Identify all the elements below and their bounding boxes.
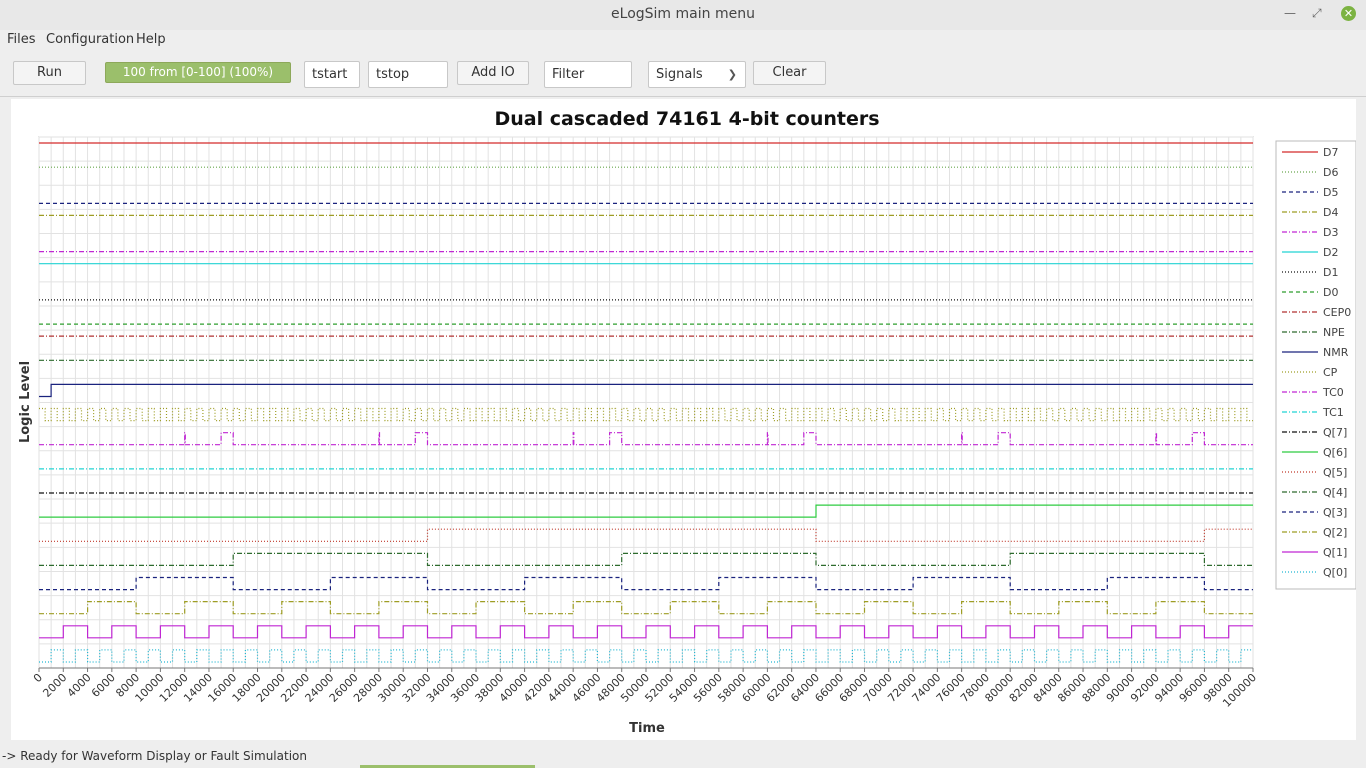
progress-bar: 100 from [0-100] (100%)	[105, 62, 291, 83]
waveform-svg: Dual cascaded 74161 4-bit counters 02000…	[18, 108, 1357, 736]
close-icon[interactable]: ✕	[1341, 6, 1356, 21]
legend-label: Q[5]	[1323, 466, 1347, 479]
legend-label: D4	[1323, 206, 1338, 219]
legend-label: NMR	[1323, 346, 1349, 359]
x-tick-label: 0	[31, 671, 45, 685]
x-axis-label: Time	[629, 721, 665, 736]
legend-label: Q[6]	[1323, 446, 1347, 459]
legend-label: D3	[1323, 226, 1338, 239]
legend-label: Q[1]	[1323, 546, 1347, 559]
maximize-icon[interactable]: ⤢	[1312, 6, 1322, 21]
status-bar: -> Ready for Waveform Display or Fault S…	[0, 748, 1366, 768]
legend-label: Q[3]	[1323, 506, 1347, 519]
status-text: -> Ready for Waveform Display or Fault S…	[2, 749, 307, 763]
legend-label: D1	[1323, 266, 1338, 279]
legend-label: TC0	[1322, 386, 1344, 399]
run-button[interactable]: Run	[13, 61, 86, 85]
menu-bar: Files Configuration Help	[0, 30, 1366, 52]
signals-select-value: Signals	[656, 67, 703, 82]
menu-help[interactable]: Help	[136, 32, 166, 47]
toolbar: Run 100 from [0-100] (100%) tstart tstop…	[0, 54, 1366, 94]
legend-box	[1275, 140, 1357, 590]
legend-label: NPE	[1323, 326, 1345, 339]
chevron-down-icon: ❯	[727, 68, 737, 81]
legend-label: D7	[1323, 146, 1338, 159]
legend-label: D2	[1323, 246, 1338, 259]
x-tick-label: 4000	[65, 671, 94, 700]
y-axis-label: Logic Level	[18, 361, 33, 443]
x-tick-label: 2000	[40, 671, 69, 700]
legend-label: Q[4]	[1323, 486, 1347, 499]
add-io-button[interactable]: Add IO	[457, 61, 529, 85]
menu-configuration[interactable]: Configuration	[46, 32, 134, 47]
legend-label: Q[0]	[1323, 566, 1347, 579]
legend-label: D0	[1323, 286, 1338, 299]
tstop-input[interactable]: tstop	[368, 61, 448, 88]
chart-title: Dual cascaded 74161 4-bit counters	[494, 108, 879, 130]
legend-label: CP	[1323, 366, 1338, 379]
legend-label: D6	[1323, 166, 1338, 179]
chart-axis: 0200040006000800010000120001400016000180…	[31, 667, 1259, 710]
signals-select[interactable]: Signals ❯	[648, 61, 746, 88]
chart-legend: D7 D6 D5 D4 D3 D2 D1 D0 CEP0 NPE NMR CP TC0 TC1 Q[7] Q[…	[1275, 140, 1357, 590]
legend-label: CEP0	[1323, 306, 1351, 319]
window-title: eLogSim main menu	[611, 6, 755, 22]
tstart-input[interactable]: tstart	[304, 61, 360, 88]
chart-grid	[38, 136, 1254, 669]
legend-label: D5	[1323, 186, 1338, 199]
waveform-chart: Dual cascaded 74161 4-bit counters 0 2000…	[11, 99, 1357, 740]
legend-label: Q[2]	[1323, 526, 1347, 539]
menu-files[interactable]: Files	[7, 32, 36, 47]
minimize-icon[interactable]: —	[1284, 6, 1296, 20]
x-tick-label: 6000	[89, 671, 118, 700]
filter-input[interactable]: Filter	[544, 61, 632, 88]
window-titlebar: eLogSim main menu — ⤢ ✕	[0, 0, 1366, 30]
legend-label: Q[7]	[1323, 426, 1347, 439]
clear-button[interactable]: Clear	[753, 61, 826, 85]
legend-label: TC1	[1322, 406, 1344, 419]
toolbar-divider	[0, 96, 1366, 97]
